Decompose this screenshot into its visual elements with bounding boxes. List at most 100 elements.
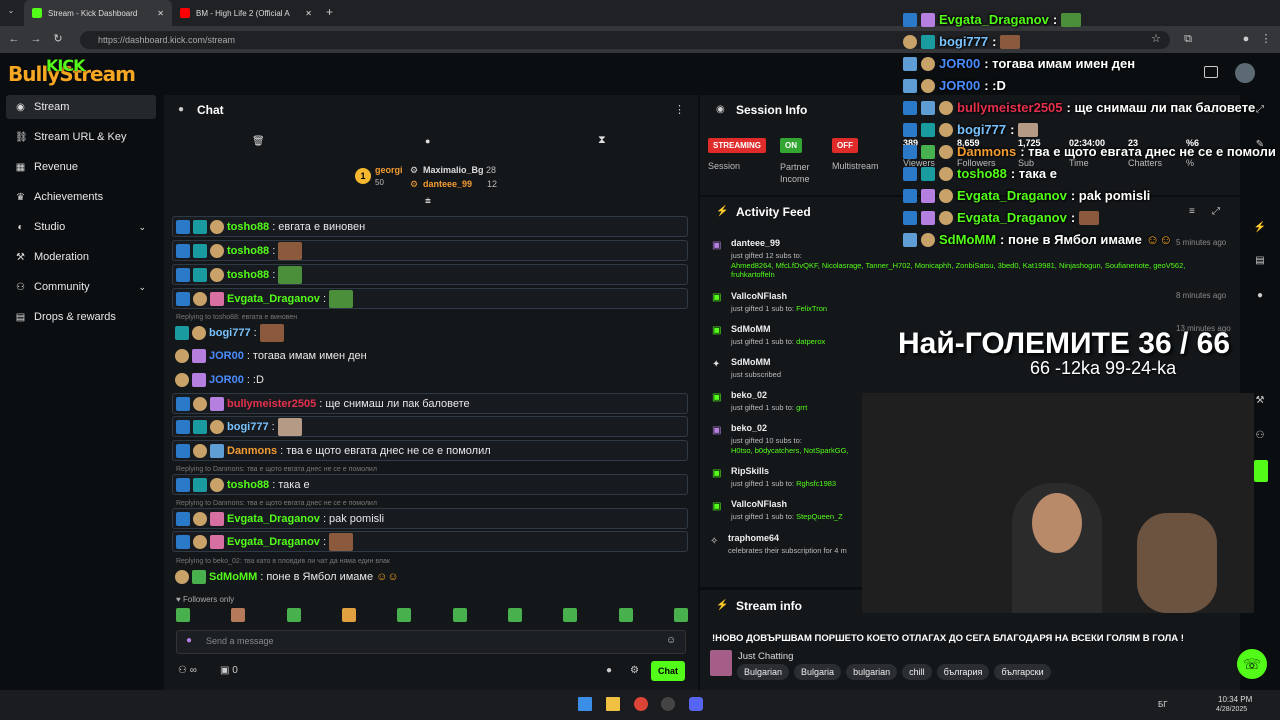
sidebar-item-achievements[interactable]: ♛ Achievements — [6, 185, 156, 209]
event-name[interactable]: VallcoNFlash — [731, 499, 787, 509]
trash-icon[interactable]: 🗑 — [252, 136, 265, 147]
sidebar-item-drops-rewards[interactable]: ▤ Drops & rewards — [6, 305, 156, 329]
new-tab-button[interactable]: + — [326, 5, 333, 19]
chat-send-button[interactable]: Chat — [651, 661, 685, 681]
language-indicator[interactable]: БГ — [1158, 700, 1168, 709]
close-tab-icon[interactable]: ✕ — [305, 9, 312, 18]
chat-message[interactable]: bogi777: — [172, 322, 688, 343]
chat-emote-icon[interactable]: ● — [606, 665, 612, 676]
event-name[interactable]: RipSkills — [731, 466, 769, 476]
help-support-button[interactable]: ☏ — [1237, 649, 1267, 679]
chat-message[interactable]: bullymeister2505: ще снимаш ли пак балове… — [172, 393, 688, 414]
tab-kick-dashboard[interactable]: Stream - Kick Dashboard ✕ — [24, 0, 172, 26]
chat-username[interactable]: tosho88 — [227, 269, 269, 281]
brand-logo[interactable]: BullyStream KICK — [8, 56, 136, 86]
chat-message[interactable]: SdMoMM: поне в Ямбол имаме ☺☺ — [172, 566, 688, 587]
emote-icon[interactable] — [176, 608, 190, 622]
chat-username[interactable]: JOR00 — [209, 350, 244, 362]
chat-message[interactable]: JOR00::D — [172, 369, 688, 390]
tab-youtube[interactable]: BM - High Life 2 (Official A ✕ — [172, 0, 320, 26]
chat-message[interactable]: JOR00: тогава имам имен ден — [172, 345, 688, 366]
settings-gear-icon[interactable]: ⚙ — [630, 665, 639, 676]
chat-message[interactable]: Evgata_Draganov: — [172, 288, 688, 309]
chat-tool-icon[interactable]: ● — [1252, 290, 1268, 306]
emoji-picker-icon[interactable]: ☺ — [666, 635, 676, 646]
emote-icon[interactable] — [563, 608, 578, 622]
emote-icon[interactable] — [673, 608, 688, 622]
chat-message[interactable]: Danmons: тва е щото евгата днес не се е п… — [172, 440, 688, 461]
document-icon[interactable]: ▤ — [1252, 255, 1268, 271]
sidebar-item-moderation[interactable]: ⚒ Moderation — [6, 245, 156, 269]
reply-context[interactable]: Replying to beko_02: тва като в пловдив … — [176, 558, 390, 565]
tag-chip[interactable]: Bulgaria — [794, 664, 842, 680]
green-tool-button[interactable] — [1254, 460, 1268, 482]
chat-message[interactable]: tosho88: евгата е виновен — [172, 216, 688, 237]
tab-list-icon[interactable]: ⌄ — [4, 6, 18, 20]
emote-icon[interactable] — [397, 608, 412, 622]
reply-context[interactable]: Replying to Danmons: тва е щото евгата д… — [176, 500, 377, 507]
emote-icon[interactable] — [507, 608, 522, 622]
forward-icon[interactable]: → — [28, 31, 44, 47]
chevron-down-icon[interactable]: ⌄ — [138, 282, 146, 293]
event-name[interactable]: SdMoMM — [731, 324, 771, 334]
emote-icon[interactable] — [618, 608, 633, 622]
chat-username[interactable]: JOR00 — [209, 374, 244, 386]
chat-message[interactable]: tosho88: така е — [172, 474, 688, 495]
chat-username[interactable]: bogi777 — [209, 327, 251, 339]
chat-message[interactable]: bogi777: — [172, 416, 688, 437]
chat-input-placeholder[interactable]: Send a message — [206, 636, 274, 646]
windows-start-icon[interactable] — [578, 697, 592, 711]
chat-menu-icon[interactable]: ⋮ — [674, 103, 685, 116]
pinned-icon[interactable]: ⩧ — [425, 196, 431, 207]
clock-time[interactable]: 10:34 PM — [1218, 695, 1252, 704]
emote-icon[interactable] — [231, 608, 246, 622]
event-name[interactable]: SdMoMM — [731, 357, 771, 367]
close-tab-icon[interactable]: ✕ — [157, 9, 164, 18]
chat-message[interactable]: tosho88: — [172, 240, 688, 261]
discord-icon[interactable] — [689, 697, 703, 711]
chat-message[interactable]: Evgata_Draganov: — [172, 531, 688, 552]
reload-icon[interactable]: ↻ — [50, 31, 66, 47]
clock-date[interactable]: 4/28/2025 — [1216, 706, 1247, 713]
chat-username[interactable]: Evgata_Draganov — [227, 513, 320, 525]
chevron-down-icon[interactable]: ⌄ — [138, 222, 146, 233]
hammer-icon[interactable]: ⚒ — [1252, 395, 1268, 411]
sidebar-item-stream-url-key[interactable]: ⛓ Stream URL & Key — [6, 125, 156, 149]
emote-icon[interactable] — [452, 608, 467, 622]
tag-chip[interactable]: Bulgarian — [737, 664, 790, 680]
chat-username[interactable]: bogi777 — [227, 421, 269, 433]
chat-username[interactable]: tosho88 — [227, 479, 269, 491]
sidebar-item-stream[interactable]: ◉ Stream — [6, 95, 156, 119]
emote-icon[interactable] — [341, 608, 356, 622]
category-name[interactable]: Just Chatting — [738, 651, 793, 662]
tag-chip[interactable]: bulgarian — [846, 664, 898, 680]
sidebar-item-revenue[interactable]: ▦ Revenue — [6, 155, 156, 179]
chat-message[interactable]: Evgata_Draganov: pak pomisli — [172, 508, 688, 529]
file-explorer-icon[interactable] — [606, 697, 620, 711]
chat-username[interactable]: Danmons — [227, 445, 277, 457]
event-name[interactable]: danteee_99 — [731, 238, 780, 248]
chat-username[interactable]: Evgata_Draganov — [227, 293, 320, 305]
chat-username[interactable]: bullymeister2505 — [227, 398, 316, 410]
back-icon[interactable]: ← — [6, 31, 22, 47]
tag-chip[interactable]: chill — [902, 664, 932, 680]
tag-chip[interactable]: български — [994, 664, 1051, 680]
speech-bubble-icon[interactable]: ● — [425, 136, 430, 146]
event-name[interactable]: beko_02 — [731, 423, 767, 433]
emote-icon[interactable] — [286, 608, 301, 622]
event-name[interactable]: VallcoNFlash — [731, 291, 787, 301]
obs-icon[interactable] — [661, 697, 675, 711]
reply-context[interactable]: Replying to tosho88: евгата е виновен — [176, 314, 297, 321]
reply-context[interactable]: Replying to Danmons: тва е щото евгата д… — [176, 466, 377, 473]
chat-message[interactable]: tosho88: — [172, 264, 688, 285]
mic-icon[interactable]: ● — [186, 635, 192, 646]
hourglass-icon[interactable]: ⧗ — [598, 134, 606, 147]
sidebar-item-community[interactable]: ⚇ Community ⌄ — [6, 275, 156, 299]
chat-username[interactable]: tosho88 — [227, 221, 269, 233]
tag-chip[interactable]: българия — [936, 664, 990, 680]
event-name[interactable]: traphome64 — [728, 533, 779, 543]
chat-username[interactable]: tosho88 — [227, 245, 269, 257]
event-name[interactable]: beko_02 — [731, 390, 767, 400]
chat-username[interactable]: Evgata_Draganov — [227, 536, 320, 548]
chat-username[interactable]: SdMoMM — [209, 571, 257, 583]
